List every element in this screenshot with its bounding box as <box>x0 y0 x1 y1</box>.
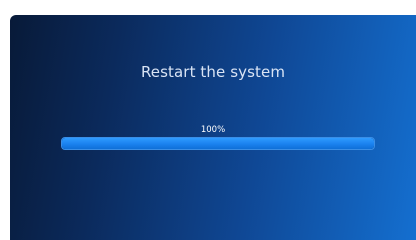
progress-percent-label: 100% <box>200 125 226 135</box>
dialog-title: Restart the system <box>140 63 286 81</box>
progress-bar <box>61 137 375 150</box>
restart-panel: Restart the system 100% <box>10 15 416 240</box>
progress-bar-fill <box>62 138 374 149</box>
